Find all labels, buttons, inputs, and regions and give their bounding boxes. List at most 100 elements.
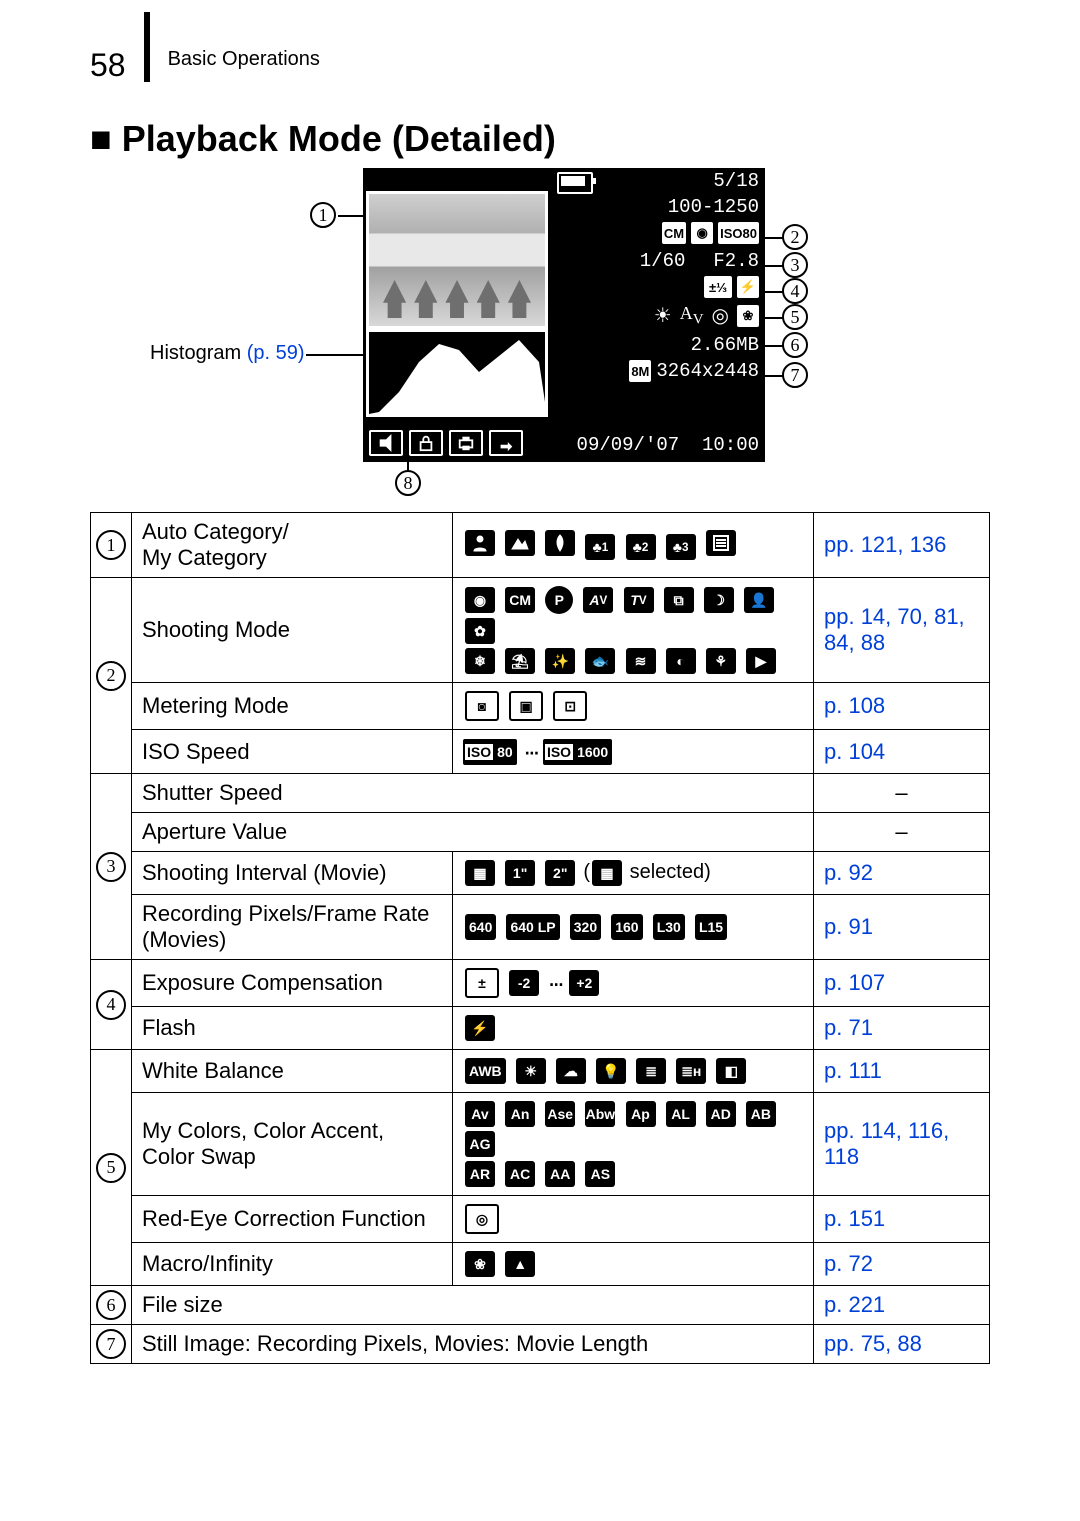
mode-movie-icon: ▶ <box>746 648 776 674</box>
page-title: Playback Mode (Detailed) <box>90 118 990 160</box>
callout-2: 2 <box>782 224 808 250</box>
page-ref[interactable]: pp. 121, 136 <box>824 532 946 557</box>
mc-as-icon: AS <box>585 1161 615 1187</box>
wb-custom-icon: ◧ <box>716 1058 746 1084</box>
movie-320-icon: 320 <box>570 914 601 940</box>
callout-1: 1 <box>310 202 336 228</box>
page-ref[interactable]: p. 221 <box>824 1292 885 1317</box>
mycolor-av-icon: AV <box>680 303 704 329</box>
row-icons: ◎ <box>453 1196 814 1243</box>
wb-tungsten-icon: 💡 <box>596 1058 626 1084</box>
redeye-correction-icon: ◎ <box>465 1204 499 1234</box>
mode-snow-icon: ❄ <box>465 648 495 674</box>
datetime-row: 09/09/'07 10:00 <box>577 434 759 456</box>
folder-file-number: 100-1250 <box>668 196 759 218</box>
row-pages: – <box>814 813 990 852</box>
mode-portrait-icon: 👤 <box>744 587 774 613</box>
callout-3: 3 <box>782 252 808 278</box>
row-desc: Macro/Infinity <box>132 1243 453 1286</box>
flash-icon: ⚡ <box>737 276 759 298</box>
page-ref[interactable]: p. 91 <box>824 914 873 939</box>
mode-foliage-icon: ✿ <box>465 618 495 644</box>
mc-al-icon: AL <box>666 1101 696 1127</box>
row-desc: Shooting Interval (Movie) <box>132 852 453 895</box>
lead-7 <box>765 375 783 377</box>
page-ref[interactable]: pp. 75, 88 <box>824 1331 922 1356</box>
category-people-icon <box>465 530 495 556</box>
wb-fluorescent-h-icon: ≣ʜ <box>676 1058 706 1084</box>
page-ref[interactable]: pp. 114, 116, 118 <box>824 1118 949 1169</box>
callout-reference-table: 1 Auto Category/ My Category ♣1 ♣2 ♣3 pp… <box>90 512 990 1364</box>
ev-comp-icon: ±⅓ <box>704 276 732 298</box>
mode-tv-icon: TV <box>624 587 654 613</box>
page-ref[interactable]: p. 71 <box>824 1015 873 1040</box>
cm-mode-icon: CM <box>662 222 686 244</box>
mode-kids-icon: ⚘ <box>706 648 736 674</box>
page-ref[interactable]: p. 151 <box>824 1206 885 1231</box>
metering-spot-icon: ⊡ <box>553 691 587 721</box>
histogram-graph <box>369 332 545 414</box>
row-num: 1 <box>91 513 132 578</box>
histogram-label: Histogram (p. 59) <box>150 342 305 365</box>
print-list-icon <box>449 430 483 456</box>
ev-flash-row: ±⅓ ⚡ <box>704 276 759 298</box>
my-category-3-icon: ♣3 <box>666 534 696 560</box>
table-row: 3 Shutter Speed – <box>91 774 990 813</box>
page-ref[interactable]: p. 72 <box>824 1251 873 1276</box>
ev-symbol-icon: ± <box>465 968 499 998</box>
table-row: Macro/Infinity ❀ ▲ p. 72 <box>91 1243 990 1286</box>
iso-1600-icon: ISO1600 <box>543 739 612 765</box>
metering-icon: ◉ <box>691 222 713 244</box>
iso-chip: ISO80 <box>718 222 759 244</box>
page-ref[interactable]: p. 104 <box>824 739 885 764</box>
lead-1 <box>338 215 364 217</box>
resolution-text: 3264x2448 <box>656 360 759 382</box>
row-icons: ◙ ▣ ⊡ <box>453 683 814 730</box>
callout-7: 7 <box>782 362 808 388</box>
row-icons: ❀ ▲ <box>453 1243 814 1286</box>
page-ref[interactable]: p. 92 <box>824 860 873 885</box>
row-desc: Flash <box>132 1007 453 1050</box>
mode-auto-icon: ◉ <box>465 587 495 613</box>
macro-icon: ❀ <box>737 305 759 327</box>
page-header: 58 Basic Operations <box>90 30 990 100</box>
row-pages: – <box>814 774 990 813</box>
mode-stitch-icon: ⧉ <box>664 587 694 613</box>
page-ref[interactable]: p. 108 <box>824 693 885 718</box>
interval-2s-icon: 2" <box>545 860 575 886</box>
infinity-icon: ▲ <box>505 1251 535 1277</box>
table-row: 1 Auto Category/ My Category ♣1 ♣2 ♣3 pp… <box>91 513 990 578</box>
wb-daylight-icon: ☀ <box>516 1058 546 1084</box>
wb-cloudy-icon: ☁ <box>556 1058 586 1084</box>
row-icons: ♣1 ♣2 ♣3 <box>453 513 814 578</box>
image-counter: 5/18 <box>713 170 759 192</box>
table-row: ISO Speed ISO80 ··· ISO1600 p. 104 <box>91 730 990 774</box>
table-row: 6 File size p. 221 <box>91 1286 990 1325</box>
row-icons: 640 640 LP 320 160 L30 L15 <box>453 895 814 960</box>
category-events-icon <box>545 530 575 556</box>
page-ref[interactable]: p. 107 <box>824 970 885 995</box>
category-scenery-icon <box>505 530 535 556</box>
mc-ag-icon: AG <box>465 1131 495 1157</box>
lead-5 <box>765 317 783 319</box>
ev-plus2-icon: +2 <box>569 970 599 996</box>
lead-4 <box>765 291 783 293</box>
mc-an-icon: An <box>505 1101 535 1127</box>
row-desc: White Balance <box>132 1050 453 1093</box>
row-desc: My Colors, Color Accent, Color Swap <box>132 1093 453 1196</box>
page-ref[interactable]: p. 111 <box>824 1058 882 1083</box>
mc-ap-icon: Ap <box>626 1101 656 1127</box>
mc-ac-icon: AC <box>505 1161 535 1187</box>
row-num: 4 <box>91 960 132 1050</box>
row-icons: ⚡ <box>453 1007 814 1050</box>
mode-iso-row: CM ◉ ISO80 <box>662 222 759 244</box>
mode-beach-icon: ⛱ <box>505 648 535 674</box>
row-desc: Shutter Speed <box>132 774 814 813</box>
movie-640-icon: 640 <box>465 914 496 940</box>
mc-abw-icon: Abw <box>585 1101 615 1127</box>
table-row: Metering Mode ◙ ▣ ⊡ p. 108 <box>91 683 990 730</box>
metering-evaluative-icon: ◙ <box>465 691 499 721</box>
page-ref[interactable]: pp. 14, 70, 81, 84, 88 <box>824 604 965 655</box>
table-row: 7 Still Image: Recording Pixels, Movies:… <box>91 1325 990 1364</box>
table-row: 4 Exposure Compensation ± -2 ··· +2 p. 1… <box>91 960 990 1007</box>
